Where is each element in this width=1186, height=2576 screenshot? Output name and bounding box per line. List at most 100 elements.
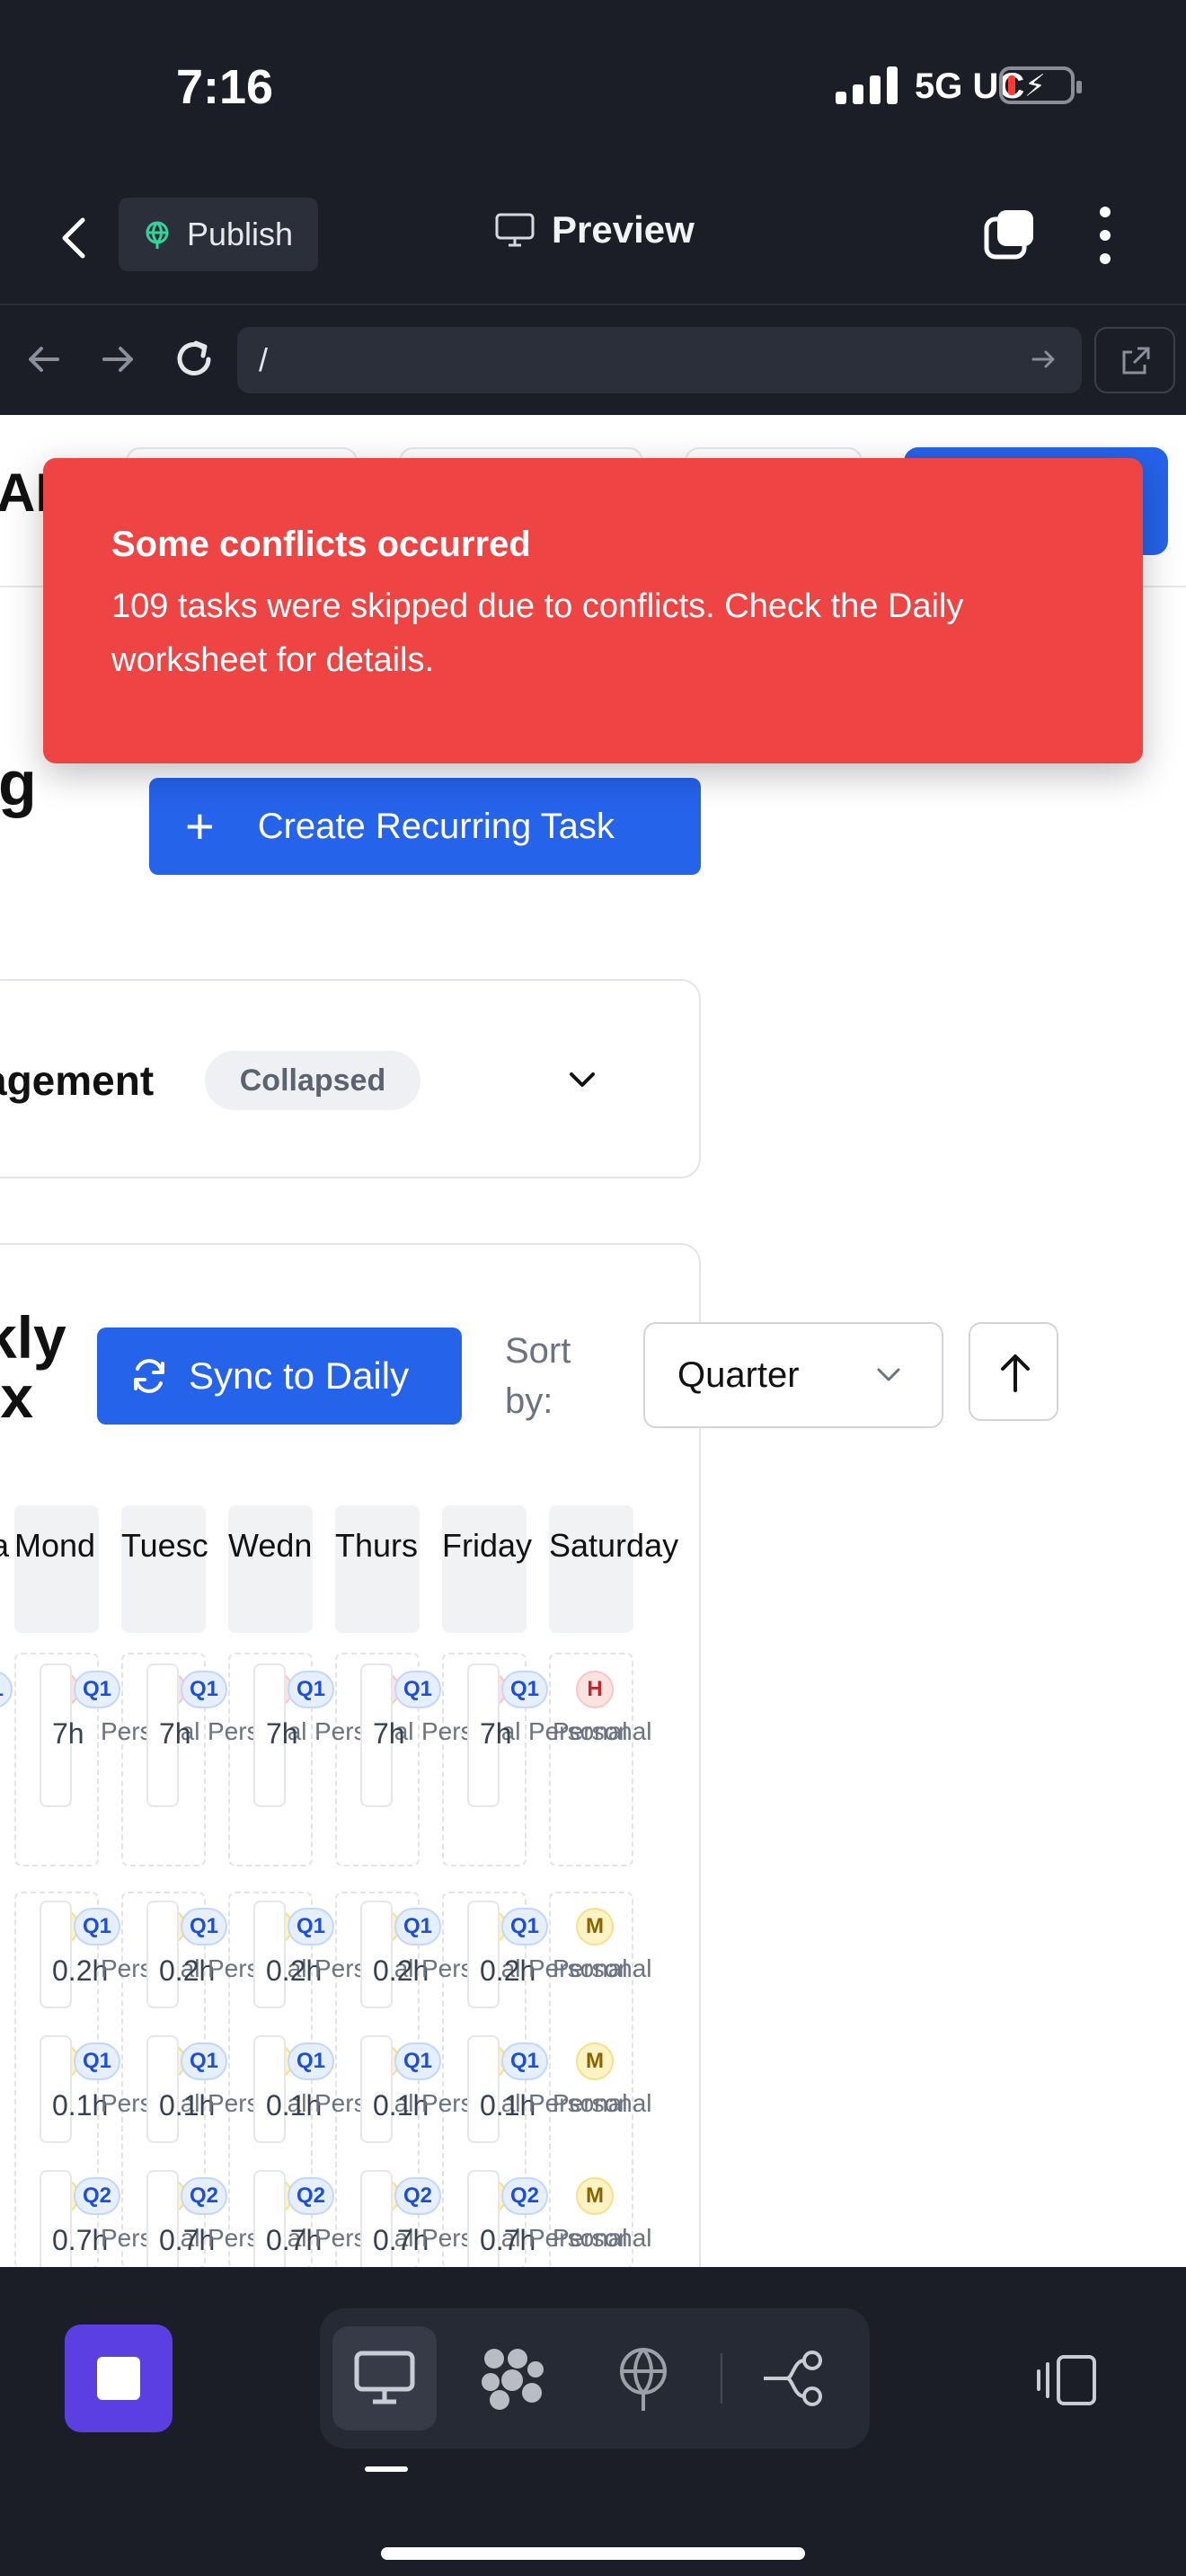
sort-value: Quarter xyxy=(677,1355,800,1395)
components-button[interactable] xyxy=(460,2326,564,2430)
globe-icon xyxy=(146,221,169,249)
quarter-chip: Q2 xyxy=(288,2177,334,2215)
task-hours: 7h xyxy=(373,1717,405,1750)
forward-arrow-icon[interactable] xyxy=(93,334,144,384)
bottom-toolbar xyxy=(0,2267,1186,2576)
task-hours: 0.1h xyxy=(373,2089,429,2122)
weekly-matrix-card: kly ix Sync to Daily Sort by: Quarter la… xyxy=(0,1243,1058,2267)
toolbar-divider xyxy=(721,2353,722,2404)
quarter-chip: Q1 xyxy=(501,2042,548,2080)
layout-toggle-icon[interactable] xyxy=(1033,2353,1098,2407)
tabs-icon[interactable] xyxy=(983,207,1037,260)
task-hours: 0.2h xyxy=(480,1954,536,1987)
stop-icon xyxy=(97,2357,140,2400)
more-options-icon[interactable] xyxy=(1096,207,1114,264)
task-hours: 7h xyxy=(52,1717,84,1750)
day-column: Mond xyxy=(14,1505,99,1633)
home-indicator xyxy=(381,2547,805,2560)
quarter-chip: Q1 xyxy=(0,1671,13,1708)
monitor-icon xyxy=(354,2351,415,2404)
task-hours: 0.7h xyxy=(373,2224,429,2256)
quarter-chip: Q1 xyxy=(74,1671,120,1708)
share-button[interactable] xyxy=(742,2326,846,2430)
battery-charging-icon: ⚡ xyxy=(999,66,1082,104)
day-label: la xyxy=(0,1527,9,1565)
create-recurring-task-button[interactable]: + Create Recurring Task xyxy=(149,778,701,875)
active-indicator xyxy=(365,2466,408,2472)
quarter-chip: Q1 xyxy=(394,1671,441,1708)
open-external-button[interactable] xyxy=(1094,327,1175,393)
monitor-icon xyxy=(495,213,535,247)
day-label: Friday xyxy=(442,1527,533,1564)
day-column: Thurs xyxy=(335,1505,420,1633)
cluster-icon xyxy=(482,2349,544,2410)
task-hours: 0.7h xyxy=(159,2224,216,2256)
sync-label: Sync to Daily xyxy=(189,1354,410,1397)
quarter-chip: Q1 xyxy=(74,2042,120,2080)
task-hours: 0.2h xyxy=(266,1954,323,1987)
branch-icon xyxy=(764,2351,822,2406)
desktop-view-button[interactable] xyxy=(332,2326,437,2430)
quarter-chip: Q1 xyxy=(394,2042,441,2080)
weekly-title-line2: ix xyxy=(0,1363,34,1430)
quarter-chip: Q1 xyxy=(501,1908,548,1945)
publish-label: Publish xyxy=(187,216,294,252)
task-hours: 0.1h xyxy=(159,2089,216,2122)
task-category: Personal xyxy=(553,1954,652,1982)
quarter-chip: Q1 xyxy=(181,1671,227,1708)
stop-button[interactable] xyxy=(65,2325,173,2432)
cell-signal-icon xyxy=(836,66,898,104)
toast-title: Some conflicts occurred xyxy=(111,525,531,564)
preview-page: AI g + Create Recurring Task agement Col… xyxy=(0,415,1186,2267)
quarter-chip: Q2 xyxy=(74,2177,120,2215)
page-heading: g xyxy=(0,748,37,818)
task-hours: 0.7h xyxy=(266,2224,323,2256)
weekly-title: kly ix xyxy=(0,1308,66,1426)
task-category: Personal xyxy=(553,2224,652,2252)
url-text: / xyxy=(259,341,269,378)
task-hours: 0.7h xyxy=(480,2224,536,2256)
quarter-chip: Q2 xyxy=(501,2177,548,2215)
priority-high-chip: H xyxy=(576,1671,614,1708)
task-hours: 7h xyxy=(159,1717,191,1750)
app-toolbar: Publish Preview xyxy=(0,171,1186,305)
quarter-chip: Q1 xyxy=(181,1908,227,1945)
sort-by-label: Sort by: xyxy=(505,1331,571,1421)
chevron-down-icon xyxy=(877,1368,900,1381)
task-hours: 7h xyxy=(266,1717,298,1750)
quarter-chip: Q1 xyxy=(288,1671,334,1708)
sync-to-daily-button[interactable]: Sync to Daily xyxy=(97,1328,462,1425)
quarter-chip: Q1 xyxy=(394,1908,441,1945)
day-label: Mond xyxy=(14,1527,96,1564)
toast-body: 109 tasks were skipped due to conflicts.… xyxy=(111,587,964,679)
publish-button[interactable]: Publish xyxy=(119,198,318,271)
quarter-chip: Q1 xyxy=(501,1671,548,1708)
quarter-chip: Q1 xyxy=(74,1908,120,1945)
day-label: Saturday xyxy=(549,1527,679,1564)
external-link-icon xyxy=(1122,347,1150,375)
sort-select[interactable]: Quarter xyxy=(643,1322,943,1428)
quarter-chip: Q1 xyxy=(288,1908,334,1945)
back-chevron-icon[interactable] xyxy=(56,216,92,260)
quarter-chip: Q1 xyxy=(181,2042,227,2080)
reload-icon[interactable] xyxy=(169,334,219,384)
chevron-down-icon[interactable] xyxy=(564,1067,600,1094)
go-arrow-icon[interactable] xyxy=(1030,345,1058,374)
back-arrow-icon[interactable] xyxy=(18,334,68,384)
task-hours: 0.7h xyxy=(52,2224,109,2256)
task-hours: 0.1h xyxy=(480,2089,536,2122)
management-card[interactable]: agement Collapsed xyxy=(0,979,701,1178)
publish-view-button[interactable] xyxy=(591,2326,695,2430)
create-label: Create Recurring Task xyxy=(257,806,615,846)
preview-toggle[interactable]: Preview xyxy=(494,208,695,251)
browser-url-bar: / xyxy=(0,307,1186,415)
task-category: Personal xyxy=(553,1717,652,1745)
day-column: Saturday xyxy=(549,1505,678,1633)
conflict-toast[interactable]: Some conflicts occurred 109 tasks were s… xyxy=(43,458,1143,763)
task-hours: 0.2h xyxy=(159,1954,216,1987)
sort-direction-button[interactable] xyxy=(969,1322,1058,1421)
day-label: Thurs xyxy=(335,1527,419,1564)
day-label: Wedn xyxy=(228,1527,313,1564)
view-switcher xyxy=(320,2308,870,2448)
url-input[interactable]: / xyxy=(237,327,1082,393)
